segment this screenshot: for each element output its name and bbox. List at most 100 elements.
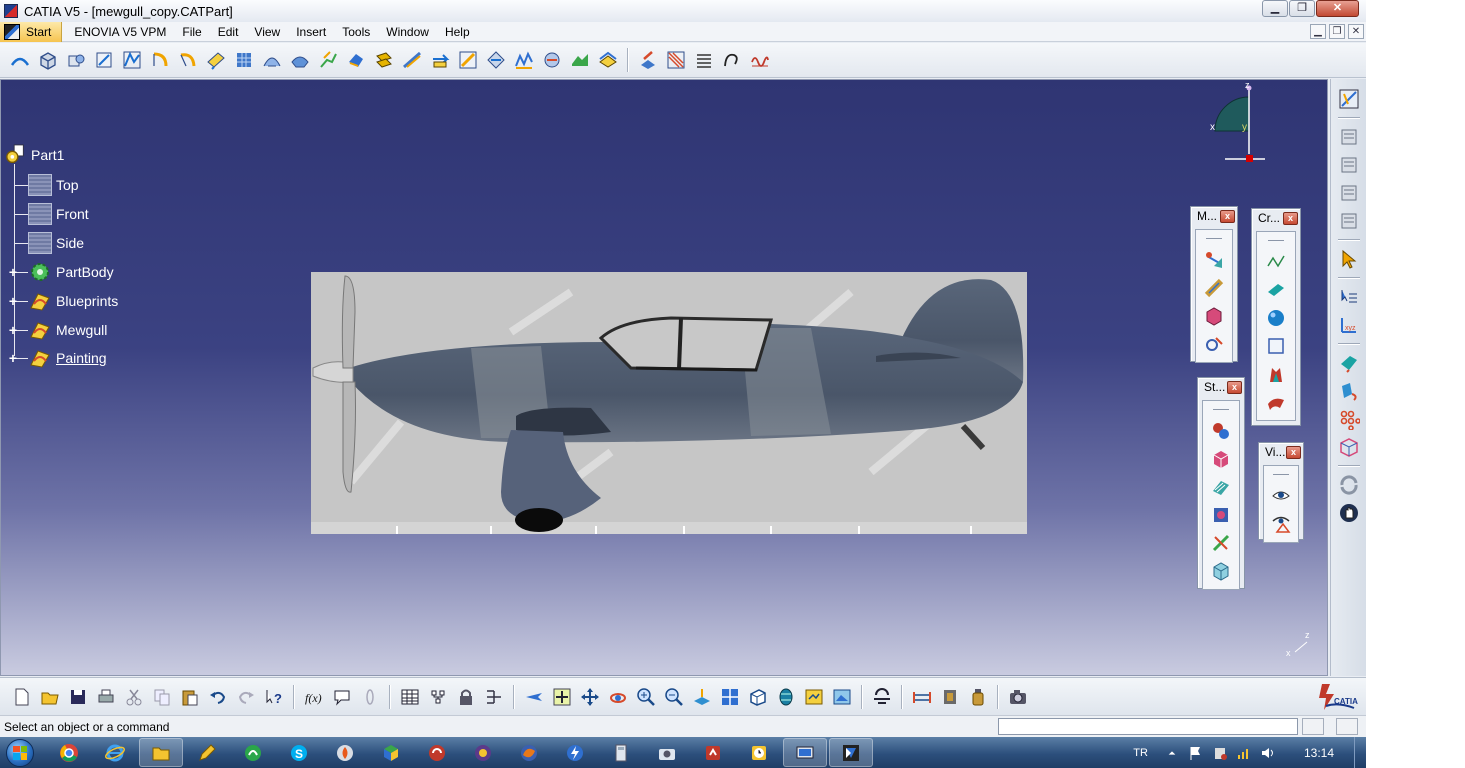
sphere-icon[interactable] xyxy=(1264,306,1288,330)
whats-this-icon[interactable]: ? xyxy=(263,686,285,708)
edge-fillet-icon[interactable] xyxy=(317,49,339,71)
pad-icon[interactable] xyxy=(37,49,59,71)
line-icon[interactable] xyxy=(1264,250,1288,274)
create-palette-header[interactable]: Cr... x xyxy=(1252,209,1300,227)
tree-item-front-plane[interactable]: Front xyxy=(5,203,89,225)
analysis-icon[interactable] xyxy=(1202,332,1226,356)
select-arrow-icon[interactable] xyxy=(1336,246,1362,272)
menu-insert[interactable]: Insert xyxy=(288,22,334,42)
close-surface-icon[interactable] xyxy=(541,49,563,71)
green-app-icon[interactable] xyxy=(231,738,275,767)
mirror-icon[interactable] xyxy=(693,49,715,71)
compass-manipulator[interactable]: z x y xyxy=(1205,82,1265,162)
extrude-icon[interactable] xyxy=(1264,362,1288,386)
shaft-icon[interactable] xyxy=(93,49,115,71)
knowledge-advisor-icon[interactable] xyxy=(331,686,353,708)
firefox-app-icon[interactable] xyxy=(507,738,551,767)
internet-explorer-icon[interactable] xyxy=(93,738,137,767)
loft-icon[interactable] xyxy=(261,49,283,71)
plane-create-icon[interactable] xyxy=(1264,278,1288,302)
lock-icon[interactable] xyxy=(455,686,477,708)
expand-icon[interactable]: + xyxy=(7,351,19,365)
skype-icon[interactable]: S xyxy=(277,738,321,767)
tree-item-blueprints[interactable]: + Blueprints xyxy=(5,290,118,312)
volume-icon[interactable] xyxy=(1259,744,1277,762)
pocket-icon[interactable] xyxy=(65,49,87,71)
formula-icon[interactable]: f(x) xyxy=(303,686,325,708)
rib-icon[interactable] xyxy=(177,49,199,71)
tree-item-painting[interactable]: + Painting xyxy=(5,347,107,369)
power-input-field[interactable] xyxy=(998,718,1298,735)
close-button[interactable]: ✕ xyxy=(1316,0,1359,17)
cube-icon[interactable] xyxy=(1209,559,1233,583)
show-desktop-button[interactable] xyxy=(1354,737,1366,768)
compass-view-icon[interactable] xyxy=(1336,86,1362,112)
camera-app-icon[interactable] xyxy=(645,738,689,767)
cut-icon[interactable] xyxy=(123,686,145,708)
join-icon[interactable] xyxy=(483,686,505,708)
fill-icon[interactable] xyxy=(1209,475,1233,499)
thickness-icon[interactable] xyxy=(429,49,451,71)
menu-enovia[interactable]: ENOVIA V5 VPM xyxy=(62,22,174,42)
print-icon[interactable] xyxy=(95,686,117,708)
burner-app-icon[interactable] xyxy=(323,738,367,767)
measure-item-icon[interactable] xyxy=(1202,276,1226,300)
trim-icon[interactable] xyxy=(1209,531,1233,555)
measure-inertia-icon[interactable] xyxy=(1202,304,1226,328)
box-icon[interactable] xyxy=(1264,334,1288,358)
update-icon[interactable] xyxy=(871,686,893,708)
curve-icon[interactable] xyxy=(721,49,743,71)
red-app-icon[interactable] xyxy=(415,738,459,767)
new-file-icon[interactable] xyxy=(11,686,33,708)
standard-palette-header[interactable]: St... x xyxy=(1198,378,1244,396)
manipulate-hand-icon[interactable] xyxy=(1336,500,1362,526)
sketch-icon[interactable] xyxy=(9,49,31,71)
doc-minimize-button[interactable]: ▁ xyxy=(1310,24,1326,39)
pattern-icon[interactable] xyxy=(1336,406,1362,432)
expand-icon[interactable]: + xyxy=(7,265,19,279)
globe-app-icon[interactable] xyxy=(369,738,413,767)
boolean-icon[interactable] xyxy=(597,49,619,71)
device-icon[interactable] xyxy=(1211,744,1229,762)
multi-view-icon[interactable] xyxy=(719,686,741,708)
pdf-app-icon[interactable] xyxy=(691,738,735,767)
screen-app-icon[interactable] xyxy=(783,738,827,767)
show-hidden-icons-icon[interactable] xyxy=(1163,744,1181,762)
windows-start-button[interactable] xyxy=(0,737,40,768)
refresh-icon[interactable] xyxy=(1336,472,1362,498)
layer-icon[interactable] xyxy=(1336,208,1362,234)
rotate-icon[interactable] xyxy=(607,686,629,708)
palette-close-button[interactable]: x xyxy=(1283,211,1298,225)
speed-app-icon[interactable] xyxy=(553,738,597,767)
hide-show-icon[interactable] xyxy=(803,686,825,708)
sew-surface-icon[interactable] xyxy=(569,49,591,71)
eye-icon[interactable] xyxy=(1269,484,1293,508)
normal-view-icon[interactable] xyxy=(691,686,713,708)
measure-between-icon[interactable] xyxy=(1202,248,1226,272)
thick-surface-icon[interactable] xyxy=(513,49,535,71)
power-input-close-button[interactable] xyxy=(1336,718,1358,735)
tree-root-part1[interactable]: Part1 xyxy=(5,144,64,166)
shading-icon[interactable] xyxy=(775,686,797,708)
view-palette-header[interactable]: Vi... x xyxy=(1259,443,1303,461)
doc-restore-button[interactable]: ❐ xyxy=(1329,24,1345,39)
menu-edit[interactable]: Edit xyxy=(210,22,247,42)
pan-icon[interactable] xyxy=(579,686,601,708)
expand-icon[interactable]: + xyxy=(7,294,19,308)
measure-palette-header[interactable]: M... x xyxy=(1191,207,1237,225)
redo-icon[interactable] xyxy=(235,686,257,708)
measure-icon[interactable] xyxy=(911,686,933,708)
language-indicator[interactable]: TR xyxy=(1133,747,1148,759)
box-wire-icon[interactable] xyxy=(1336,434,1362,460)
sketcher-icon[interactable] xyxy=(1336,350,1362,376)
remove-loft-icon[interactable] xyxy=(289,49,311,71)
menu-tools[interactable]: Tools xyxy=(334,22,378,42)
zoom-out-icon[interactable] xyxy=(663,686,685,708)
shell-icon[interactable] xyxy=(401,49,423,71)
chamfer-icon[interactable] xyxy=(345,49,367,71)
fit-all-icon[interactable] xyxy=(551,686,573,708)
offset-icon[interactable] xyxy=(1209,503,1233,527)
paste-icon[interactable] xyxy=(179,686,201,708)
calculator-icon[interactable] xyxy=(599,738,643,767)
apply-material-icon[interactable] xyxy=(939,686,961,708)
